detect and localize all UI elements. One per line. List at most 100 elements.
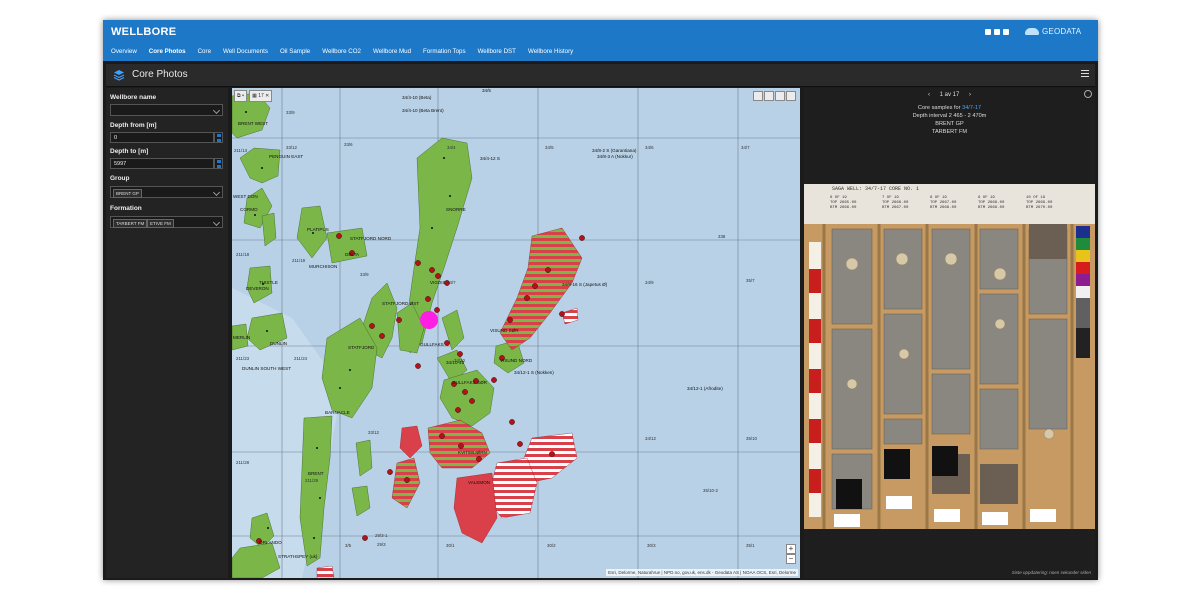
hamburger-icon[interactable] (1081, 70, 1089, 78)
wellbore-name-select[interactable] (110, 104, 223, 116)
block-label: 34/5 (545, 145, 554, 150)
well-label: 34/8-2 S (Garantiana) (592, 148, 637, 153)
depth-interval: Depth interval 2 465 - 2 470m (912, 113, 987, 119)
nav-oil-sample[interactable]: Oil Sample (280, 48, 310, 55)
well-label: 34/4-10 (Beta Brent) (402, 108, 444, 113)
core-column-btm: BTM 2668.00 (930, 206, 957, 210)
formation-select[interactable]: TARBERT FM ETIVE FM (110, 216, 223, 228)
geodata-logo[interactable]: GEODATA (1025, 27, 1081, 36)
nav-wellbore-dst[interactable]: Wellbore DST (478, 48, 516, 55)
block-label: 211/28 (236, 460, 250, 465)
field-label: MERLIN (233, 335, 251, 340)
well-label: 34/8-16 S (Japetus Ø) (562, 282, 608, 287)
selection-count[interactable]: ▦ 17 ✕ (249, 90, 273, 102)
nav-core[interactable]: Core (198, 48, 211, 55)
field-label: STATFJORD NORD (350, 236, 392, 241)
block-label: 211/18 (236, 252, 250, 257)
block-label: 33/12 (368, 430, 379, 435)
block-label: 30/1 (446, 543, 455, 548)
selected-well-marker[interactable] (420, 311, 438, 329)
selection-count-value: 17 (258, 93, 264, 99)
core-column-label: 6 OF 19 TOP 2665.00 BTM 2666.00 (830, 196, 856, 211)
nav-overview[interactable]: Overview (111, 48, 137, 55)
block-label: 3/5 (345, 543, 352, 548)
block-label: 35/10 (746, 436, 757, 441)
field-label: STATFJORD (348, 345, 375, 350)
block-label: 35/1 (746, 543, 755, 548)
field-label: KVITEBJØRN (458, 450, 487, 455)
basemap-icon[interactable]: ⧉ ▾ (234, 90, 248, 102)
core-group: BRENT GP (935, 121, 964, 127)
core-box-photo[interactable]: SAGA WELL: 34/7-17 CORE NO. 1 6 OF 19 TOP… (804, 184, 1095, 529)
core-photo-image (804, 184, 1095, 529)
field-label: VISUND SØR (490, 328, 519, 333)
nav-core-photos[interactable]: Core Photos (149, 48, 186, 55)
layers-icon (113, 70, 125, 81)
map-view[interactable]: BRENT WEST PENGUIN EAST WEST DON CORMO PLATI… (232, 88, 800, 578)
chevron-left-icon[interactable]: ‹ (928, 92, 930, 98)
well-label: 34/12-1 S (Nokken) (514, 370, 554, 375)
filter-sidebar: Wellbore name Depth from [m] 0 Depth to … (106, 88, 228, 578)
field-label: STATFJORD ØST (382, 301, 420, 306)
block-label: 33/9 (360, 272, 369, 277)
depth-to-label: Depth to [m] (110, 148, 149, 155)
block-label: 211/23 (236, 356, 250, 361)
nav-wellbore-history[interactable]: Wellbore History (528, 48, 573, 55)
core-prefix: Core samples for (917, 105, 963, 111)
well-label: 34/4-12 S (480, 156, 500, 161)
zoom-out-icon[interactable]: − (786, 554, 796, 564)
field-label: PLATIPUS (307, 227, 329, 232)
field-label: BARNACLE (325, 410, 350, 415)
group-select[interactable]: BRENT GP (110, 186, 223, 198)
well-label: 34/5 (482, 88, 491, 93)
depth-to-input[interactable]: 5997 (110, 158, 214, 169)
twitter-icon[interactable] (994, 29, 1000, 35)
link-icon[interactable] (1003, 29, 1009, 35)
close-icon[interactable] (1084, 90, 1092, 98)
field-label: BRENT (308, 471, 324, 476)
nav-wellbore-co2[interactable]: Wellbore CO2 (322, 48, 361, 55)
field-label: THISTLE (259, 280, 278, 285)
core-photo-viewer: ‹ 1 av 17 › Core samples for 34/7-17 Dep… (804, 88, 1095, 578)
facebook-icon[interactable] (985, 29, 991, 35)
core-column-label: 9 OF 19 TOP 2668.00 BTM 2669.00 (978, 196, 1004, 211)
field-label: DUNLIN SOUTH WEST (242, 366, 292, 371)
block-label: 29/3-1 (375, 533, 388, 538)
nav-formation-tops[interactable]: Formation Tops (423, 48, 466, 55)
block-label: 34/6 (645, 145, 654, 150)
block-label: 34/4 (447, 145, 456, 150)
panel-header: Core Photos (106, 64, 1095, 87)
nav-well-documents[interactable]: Well Documents (223, 48, 268, 55)
map-canvas[interactable] (232, 88, 800, 578)
map-toolbar: ⧉ ▾ ▦ 17 ✕ (234, 90, 273, 102)
block-label: 211/19 (292, 258, 306, 263)
depth-from-input[interactable]: 0 (110, 132, 214, 143)
block-label: 211/29 (305, 478, 319, 483)
formation-tag[interactable]: ETIVE FM (147, 219, 174, 228)
group-tag[interactable]: BRENT GP (113, 189, 142, 198)
core-wellbore-link[interactable]: 34/7-17 (962, 105, 981, 111)
depth-to-stepper[interactable] (214, 158, 223, 169)
zoom-in-icon[interactable]: + (786, 544, 796, 554)
depth-from-stepper[interactable] (214, 132, 223, 143)
field-label: PENGUIN EAST (269, 154, 304, 159)
logo-text: GEODATA (1042, 27, 1082, 36)
core-column-label: 8 OF 19 TOP 2667.00 BTM 2668.00 (930, 196, 956, 211)
nav-wellbore-mud[interactable]: Wellbore Mud (373, 48, 411, 55)
formation-tag[interactable]: TARBERT FM (113, 219, 148, 228)
home-icon[interactable] (753, 91, 763, 101)
chevron-right-icon[interactable]: › (969, 92, 971, 98)
logo-wave-icon (1025, 28, 1039, 35)
well-label: 34/12-1 (Afrodite) (687, 386, 723, 391)
field-label: STRATHSPEY (uk) (278, 554, 318, 559)
block-label: 34/7 (447, 280, 456, 285)
list-icon[interactable] (764, 91, 774, 101)
core-column-btm: BTM 2670.00 (1026, 206, 1053, 210)
layers-icon[interactable] (775, 91, 785, 101)
block-label: 34/12 (645, 436, 656, 441)
well-label: 34/8-3 A (Nokkur) (597, 154, 633, 159)
field-label: DELTA (345, 252, 360, 257)
grid-icon[interactable] (786, 91, 796, 101)
map-attribution: Esri, Delorme, NaturalVue | NPD.no, gov.… (606, 569, 798, 576)
wellbore-name-label: Wellbore name (110, 94, 157, 101)
